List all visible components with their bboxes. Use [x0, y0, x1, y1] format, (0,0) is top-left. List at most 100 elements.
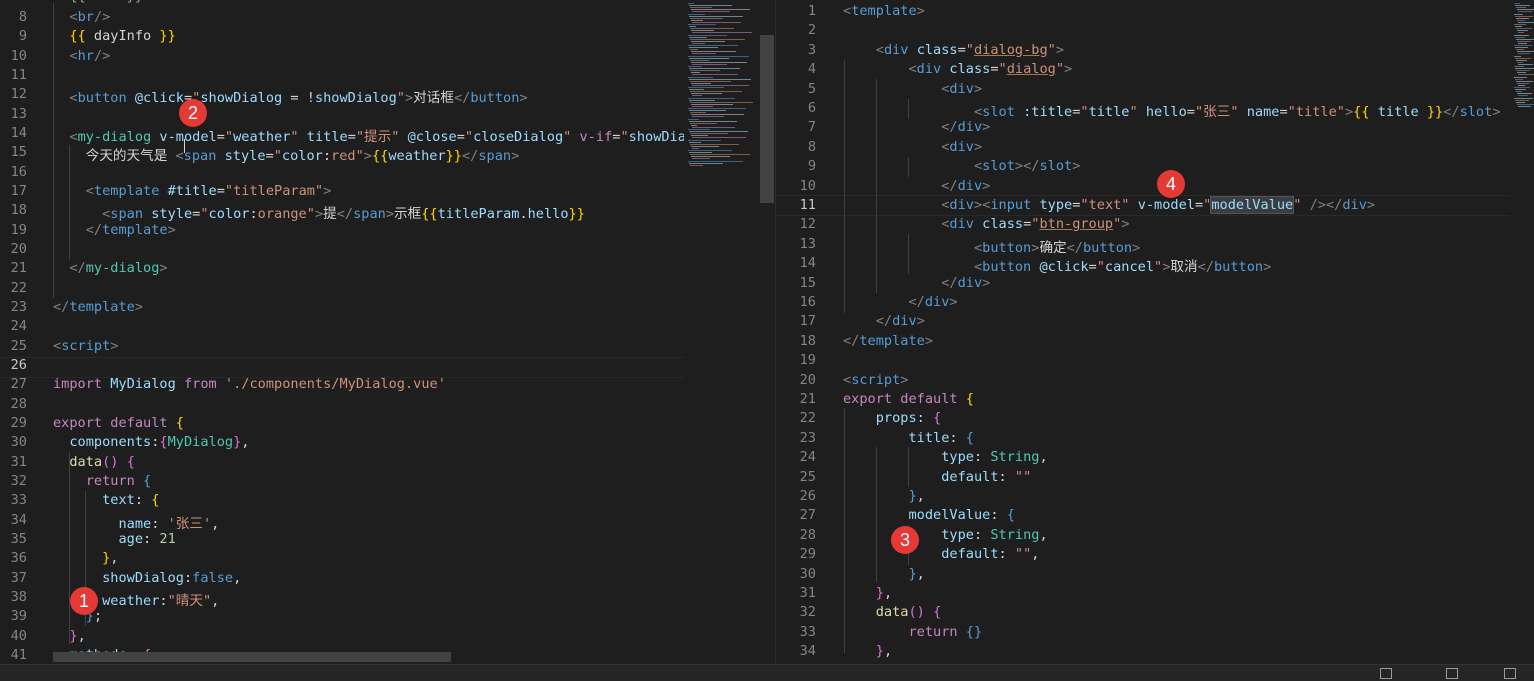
code-line[interactable]: props: { — [843, 410, 941, 426]
code-line[interactable]: <template> — [843, 3, 925, 19]
minimap-line — [688, 118, 699, 120]
minimap-line — [691, 93, 722, 95]
line-number: 20 — [799, 371, 816, 388]
code-line[interactable]: </template> — [53, 222, 176, 238]
minimap-line — [691, 156, 730, 158]
code-line[interactable]: }, — [843, 643, 892, 659]
minimap-line — [692, 95, 702, 97]
minimap-line — [1515, 99, 1529, 101]
code-line[interactable]: {{ dayInfo }} — [53, 28, 175, 44]
minimap-line — [690, 38, 745, 40]
minimap-line — [1517, 30, 1528, 32]
minimap-line — [690, 154, 750, 156]
code-line[interactable]: <div><input type="text" v-model="modelVa… — [843, 196, 1375, 214]
minimap-line — [1515, 5, 1530, 7]
code-line[interactable]: 今天的天气是 <span style="color:red">{{weather… — [53, 144, 520, 164]
code-line[interactable]: </my-dialog> — [53, 260, 167, 276]
line-number: 41 — [10, 646, 27, 663]
code-line[interactable]: return {} — [843, 624, 982, 640]
code-line[interactable]: <slot></slot> — [843, 158, 1080, 174]
code-line[interactable]: title: { — [843, 430, 973, 446]
left-minimap[interactable] — [686, 0, 758, 664]
code-line[interactable]: <div class="dialog"> — [843, 61, 1072, 77]
minimap-line — [688, 24, 716, 25]
minimap-line — [692, 147, 699, 149]
code-line[interactable]: name: '张三', — [53, 512, 219, 532]
code-line[interactable]: age: 21 — [53, 531, 175, 547]
minimap-line — [691, 30, 714, 32]
minimap-line — [690, 70, 720, 72]
line-number: 35 — [10, 530, 27, 547]
code-line[interactable]: <hr/> — [53, 48, 110, 64]
minimap-line — [1516, 49, 1524, 51]
right-editor[interactable]: 1 <template> 2 3 <div class="dialog-bg"> 4 <… — [776, 0, 1510, 664]
line-number: 28 — [10, 395, 27, 412]
code-line[interactable]: type: String, — [843, 527, 1047, 543]
code-line[interactable]: data() { — [53, 454, 135, 470]
line-number: 8 — [807, 138, 816, 155]
minimap-line — [691, 145, 719, 147]
code-line[interactable]: <div class="btn-group"> — [843, 216, 1129, 232]
code-line[interactable]: data() { — [843, 604, 942, 620]
line-number: 12 — [799, 216, 816, 233]
code-line[interactable]: </div> — [843, 178, 990, 194]
code-line[interactable]: default: "", — [843, 546, 1039, 562]
line-number: 25 — [10, 337, 27, 354]
line-number: 32 — [799, 604, 816, 621]
left-editor[interactable]: {{ ... }} 8 <br/> 9 {{ dayInfo }} 10 <hr/>… — [0, 0, 684, 664]
minimap-line — [1516, 17, 1529, 19]
code-line[interactable]: <my-dialog v-model="weather" title="提示" … — [53, 125, 684, 145]
code-line[interactable]: <script> — [53, 338, 118, 354]
code-line[interactable]: components:{MyDialog}, — [53, 434, 249, 450]
minimap-line — [692, 105, 713, 107]
line-number: 10 — [799, 177, 816, 194]
code-line[interactable]: export default { — [843, 391, 974, 407]
code-line[interactable]: <template #title="titleParam"> — [53, 183, 332, 199]
annotation-badge-1: 1 — [70, 587, 98, 615]
annotation-badge-4: 4 — [1157, 170, 1185, 198]
code-line[interactable]: <div> — [843, 139, 982, 155]
code-line[interactable]: </div> — [843, 294, 957, 310]
code-line[interactable]: <div> — [843, 81, 982, 97]
minimap-line — [688, 3, 694, 4]
code-line[interactable]: <slot :title="title" hello="张三" name="ti… — [843, 100, 1501, 120]
code-line[interactable]: modelValue: { — [843, 507, 1014, 523]
code-line[interactable]: type: String, — [843, 449, 1047, 465]
panel-icon[interactable] — [1380, 668, 1392, 679]
left-scrollbar-thumb[interactable] — [760, 35, 774, 203]
line-number: 27 — [799, 507, 816, 524]
code-line[interactable]: <script> — [843, 372, 908, 388]
code-line[interactable]: </div> — [843, 313, 925, 329]
minimap-line — [688, 34, 727, 36]
code-line[interactable]: </template> — [843, 333, 933, 349]
split-icon[interactable] — [1446, 668, 1458, 679]
code-line[interactable]: import MyDialog from './components/MyDia… — [53, 376, 446, 392]
code-line[interactable]: }, — [843, 488, 924, 504]
minimap-line — [689, 78, 751, 80]
minimap-line — [1515, 57, 1531, 59]
minimap-line — [1514, 87, 1530, 88]
line-number: 26 — [799, 488, 816, 504]
code-line[interactable]: }, — [843, 566, 924, 582]
minimap-line — [692, 74, 738, 76]
code-line[interactable]: </template> — [53, 299, 143, 315]
minimap-line — [689, 162, 723, 164]
horizontal-scrollbar[interactable] — [53, 652, 451, 662]
layout-icon[interactable] — [1504, 668, 1516, 679]
code-line[interactable]: }, — [843, 585, 892, 601]
code-line[interactable]: <button @click="showDialog = !showDialog… — [53, 86, 527, 106]
right-minimap[interactable] — [1512, 0, 1534, 664]
code-line[interactable]: export default { — [53, 415, 184, 431]
code-line[interactable]: <button>确定</button> — [843, 236, 1140, 256]
code-line[interactable]: <br/> — [53, 9, 110, 25]
code-line[interactable]: showDialog:false, — [53, 570, 241, 586]
code-line[interactable]: </div> — [843, 119, 990, 135]
code-line[interactable]: </div> — [843, 275, 990, 291]
code-line[interactable]: default: "" — [843, 469, 1031, 485]
minimap-line — [1514, 13, 1523, 15]
code-line[interactable]: <span style="color:orange">提</span>示框{{t… — [53, 202, 585, 222]
minimap-line — [689, 5, 732, 7]
code-line[interactable]: return { — [53, 473, 151, 489]
code-line[interactable]: <div class="dialog-bg"> — [843, 42, 1064, 58]
minimap-line — [688, 55, 749, 57]
